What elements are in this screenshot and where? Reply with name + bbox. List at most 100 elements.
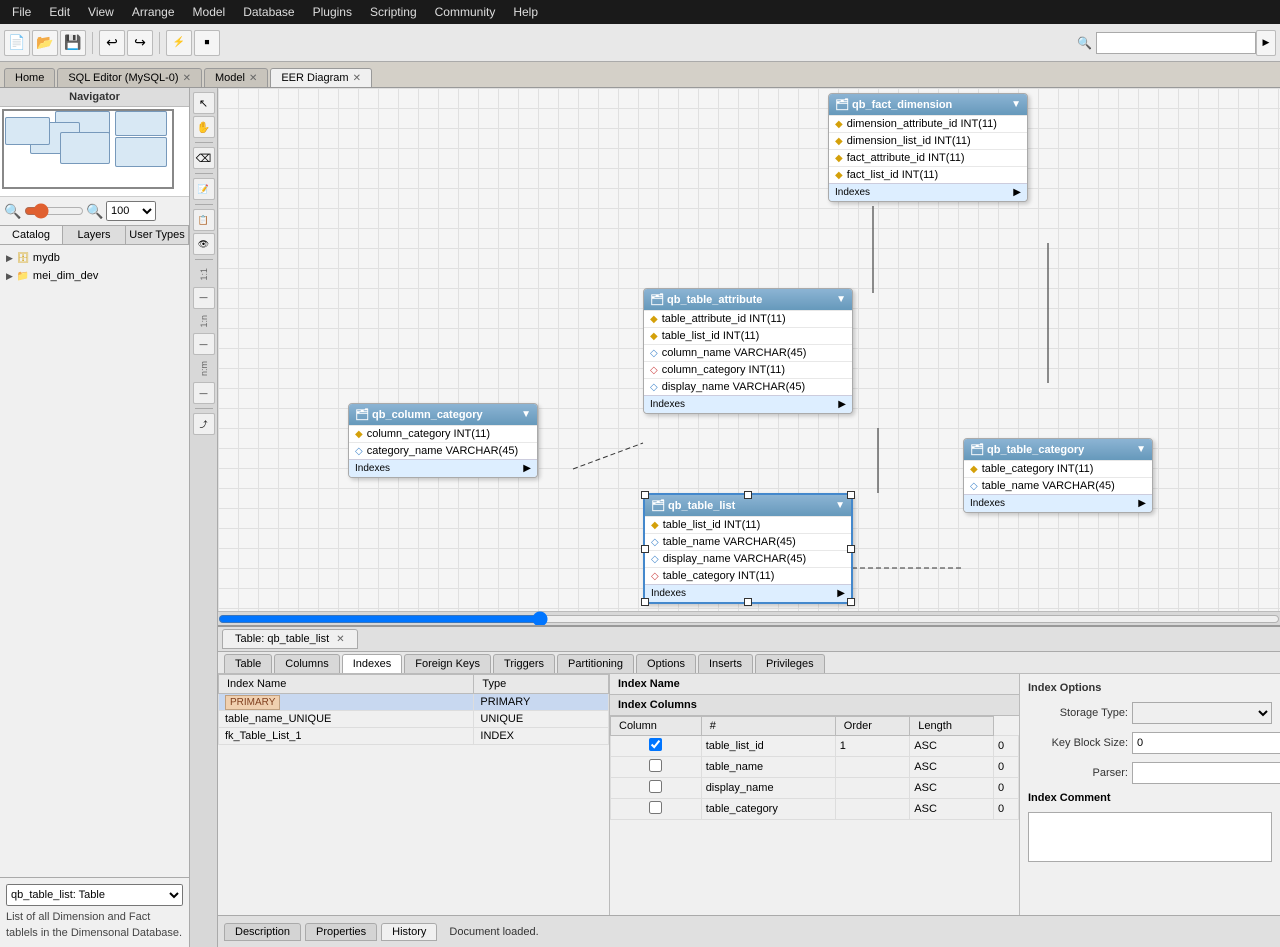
handle-bc[interactable] xyxy=(744,598,752,606)
eer-table-qb-table-list[interactable]: 🗂 qb_table_list ▼ ◆ table_list_id INT(11… xyxy=(643,493,853,604)
menu-database[interactable]: Database xyxy=(235,3,302,21)
inner-tab-partitioning[interactable]: Partitioning xyxy=(557,654,634,673)
eer-table-qb-table-category[interactable]: 🗂 qb_table_category ▼ ◆ table_category I… xyxy=(963,438,1153,513)
bottom-tab-close[interactable]: ✕ xyxy=(336,634,344,645)
status-tab-properties[interactable]: Properties xyxy=(305,923,377,941)
handle-tc[interactable] xyxy=(744,491,752,499)
menu-file[interactable]: File xyxy=(4,3,39,21)
inner-tab-columns[interactable]: Columns xyxy=(274,654,339,673)
relation-n-m-button[interactable]: — xyxy=(193,382,215,404)
idx-col-checkbox-0[interactable] xyxy=(649,738,662,751)
eer-table-qb-table-attribute[interactable]: 🗂 qb_table_attribute ▼ ◆ table_attribute… xyxy=(643,288,853,414)
idx-col-check-1[interactable] xyxy=(611,757,702,778)
idx-col-check-0[interactable] xyxy=(611,736,702,757)
zoom-slider[interactable] xyxy=(24,205,84,217)
inner-tab-indexes[interactable]: Indexes xyxy=(342,654,403,673)
zoom-in-icon[interactable]: 🔍 xyxy=(86,202,104,220)
lp-tab-layers[interactable]: Layers xyxy=(63,226,126,244)
idx-col-checkbox-1[interactable] xyxy=(649,759,662,772)
handle-br[interactable] xyxy=(847,598,855,606)
search-submit-button[interactable]: ▶ xyxy=(1256,30,1276,56)
index-row-primary[interactable]: PRIMARY PRIMARY xyxy=(219,694,609,711)
handle-ml[interactable] xyxy=(641,545,649,553)
handle-mr[interactable] xyxy=(847,545,855,553)
idx-col-row-0[interactable]: table_list_id 1 ASC 0 xyxy=(611,736,1019,757)
eer-footer-fact[interactable]: Indexes▶ xyxy=(829,183,1027,201)
tab-sql-editor-close[interactable]: ✕ xyxy=(183,73,191,84)
idx-col-row-3[interactable]: table_category ASC 0 xyxy=(611,799,1019,820)
tab-model-close[interactable]: ✕ xyxy=(249,73,257,84)
menu-model[interactable]: Model xyxy=(185,3,234,21)
key-block-input[interactable] xyxy=(1132,732,1280,754)
stop-button[interactable]: ⏹ xyxy=(194,30,220,56)
handle-bl[interactable] xyxy=(641,598,649,606)
eer-table-qb-column-category[interactable]: 🗂 qb_column_category ▼ ◆ column_category… xyxy=(348,403,538,478)
relation-ext-button[interactable]: ⤴ xyxy=(193,413,215,435)
view-tool-button[interactable]: 👁 xyxy=(193,233,215,255)
inner-tab-inserts[interactable]: Inserts xyxy=(698,654,753,673)
undo-button[interactable]: ↩ xyxy=(99,30,125,56)
menu-view[interactable]: View xyxy=(80,3,122,21)
eraser-tool-button[interactable]: ⌫ xyxy=(193,147,215,169)
redo-button[interactable]: ↪ xyxy=(127,30,153,56)
index-row-fk[interactable]: fk_Table_List_1 INDEX xyxy=(219,728,609,745)
idx-col-row-1[interactable]: table_name ASC 0 xyxy=(611,757,1019,778)
zoom-select[interactable]: 100 75 50 150 200 xyxy=(106,201,156,221)
status-tab-history[interactable]: History xyxy=(381,923,437,941)
tab-eer-diagram[interactable]: EER Diagram ✕ xyxy=(270,68,372,87)
inner-tab-privileges[interactable]: Privileges xyxy=(755,654,825,673)
select-tool-button[interactable]: ↖ xyxy=(193,92,215,114)
bottom-tab-table[interactable]: Table: qb_table_list ✕ xyxy=(222,629,358,649)
parser-input[interactable] xyxy=(1132,762,1280,784)
eer-dropdown-tcat[interactable]: ▼ xyxy=(1136,444,1146,455)
menu-community[interactable]: Community xyxy=(427,3,504,21)
eer-footer-colcat[interactable]: Indexes▶ xyxy=(349,459,537,477)
eer-table-qb-fact-dimension[interactable]: 🗂 qb_fact_dimension ▼ ◆ dimension_attrib… xyxy=(828,93,1028,202)
status-tab-description[interactable]: Description xyxy=(224,923,301,941)
zoom-out-icon[interactable]: 🔍 xyxy=(4,202,22,220)
eer-dropdown-fact[interactable]: ▼ xyxy=(1011,99,1021,110)
eer-canvas[interactable]: 🗂 qb_fact_dimension ▼ ◆ dimension_attrib… xyxy=(218,88,1280,611)
tab-sql-editor[interactable]: SQL Editor (MySQL-0) ✕ xyxy=(57,68,202,87)
index-comment-textarea[interactable] xyxy=(1028,812,1272,862)
idx-col-row-2[interactable]: display_name ASC 0 xyxy=(611,778,1019,799)
tab-eer-diagram-close[interactable]: ✕ xyxy=(353,73,361,84)
tab-model[interactable]: Model ✕ xyxy=(204,68,268,87)
canvas-hscroll-input[interactable] xyxy=(218,611,1280,626)
table-tool-button[interactable]: 📋 xyxy=(193,209,215,231)
relation-1-n-button[interactable]: — xyxy=(193,333,215,355)
inner-tab-table[interactable]: Table xyxy=(224,654,272,673)
tree-item-mei-dim-dev[interactable]: ▶ 📁 mei_dim_dev xyxy=(4,267,185,285)
menu-scripting[interactable]: Scripting xyxy=(362,3,425,21)
handle-tr[interactable] xyxy=(847,491,855,499)
eer-footer-tcat[interactable]: Indexes▶ xyxy=(964,494,1152,512)
idx-col-checkbox-3[interactable] xyxy=(649,801,662,814)
menu-edit[interactable]: Edit xyxy=(41,3,78,21)
index-row-unique[interactable]: table_name_UNIQUE UNIQUE xyxy=(219,711,609,728)
eer-dropdown-tlist[interactable]: ▼ xyxy=(835,500,845,511)
menu-plugins[interactable]: Plugins xyxy=(305,3,360,21)
lp-tab-catalog[interactable]: Catalog xyxy=(0,226,63,244)
exec-button[interactable]: ⚡ xyxy=(166,30,192,56)
menu-help[interactable]: Help xyxy=(505,3,546,21)
relation-1-1-button[interactable]: — xyxy=(193,287,215,309)
idx-col-checkbox-2[interactable] xyxy=(649,780,662,793)
tab-home[interactable]: Home xyxy=(4,68,55,87)
lp-tab-user-types[interactable]: User Types xyxy=(126,226,189,244)
search-input[interactable] xyxy=(1096,32,1256,54)
inner-tab-options[interactable]: Options xyxy=(636,654,696,673)
hand-tool-button[interactable]: ✋ xyxy=(193,116,215,138)
open-button[interactable]: 📂 xyxy=(32,30,58,56)
item-select[interactable]: qb_table_list: Table xyxy=(6,884,183,906)
eer-dropdown-colcat[interactable]: ▼ xyxy=(521,409,531,420)
menu-arrange[interactable]: Arrange xyxy=(124,3,183,21)
inner-tab-triggers[interactable]: Triggers xyxy=(493,654,555,673)
save-button[interactable]: 💾 xyxy=(60,30,86,56)
handle-tl[interactable] xyxy=(641,491,649,499)
idx-col-check-2[interactable] xyxy=(611,778,702,799)
eer-footer-tattr[interactable]: Indexes▶ xyxy=(644,395,852,413)
storage-type-select[interactable] xyxy=(1132,702,1272,724)
note-tool-button[interactable]: 📝 xyxy=(193,178,215,200)
idx-col-check-3[interactable] xyxy=(611,799,702,820)
eer-dropdown-tattr[interactable]: ▼ xyxy=(836,294,846,305)
